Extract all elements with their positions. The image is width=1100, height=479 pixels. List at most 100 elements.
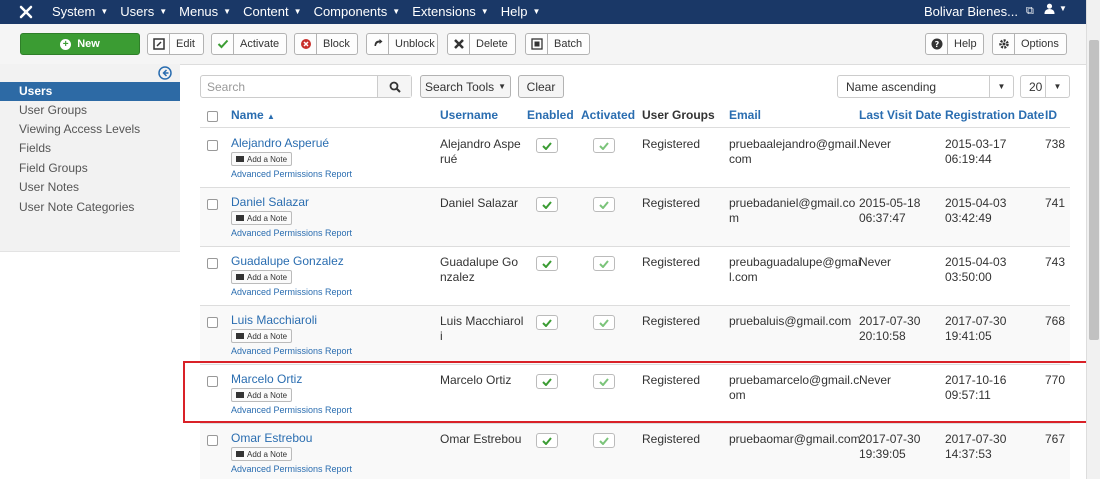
column-name[interactable]: Name ▲ [231,108,275,122]
permissions-report-link[interactable]: Advanced Permissions Report [231,228,352,238]
sort-asc-icon: ▲ [267,112,275,121]
checkmark-icon [542,259,552,268]
unblock-button[interactable]: Unblock [366,33,438,55]
row-checkbox[interactable] [207,258,218,269]
enabled-toggle[interactable] [536,197,558,212]
activated-toggle[interactable] [593,256,615,271]
user-name-link[interactable]: Omar Estrebou [231,431,312,446]
row-checkbox[interactable] [207,140,218,151]
menu-label: System [52,4,96,19]
add-note-button[interactable]: Add a Note [231,329,293,343]
delete-button[interactable]: Delete [447,33,516,55]
collapse-sidebar-icon[interactable] [158,66,172,80]
enabled-toggle[interactable] [536,433,558,448]
menu-extensions[interactable]: Extensions ▼ [412,4,489,19]
vertical-scrollbar[interactable] [1086,0,1100,479]
user-name-link[interactable]: Luis Macchiaroli [231,313,317,328]
last-visit-cell: Never [859,255,892,269]
options-label: Options [1021,38,1059,50]
menu-users[interactable]: Users ▼ [120,4,167,19]
activated-toggle[interactable] [593,197,615,212]
block-button[interactable]: Block [294,33,358,55]
checkmark-icon [212,34,234,54]
sidebar-item-label: Field Groups [19,161,88,175]
row-checkbox[interactable] [207,317,218,328]
options-button[interactable]: Options [992,33,1067,55]
list-limit-select[interactable]: 20 ▼ [1020,75,1070,98]
sidebar: Users User Groups Viewing Access Levels … [0,64,180,252]
column-activated[interactable]: Activated [581,108,635,122]
add-note-button[interactable]: Add a Note [231,447,293,461]
user-name-link[interactable]: Guadalupe Gonzalez [231,254,344,269]
add-note-button[interactable]: Add a Note [231,152,293,166]
column-id[interactable]: ID [1045,108,1057,122]
sidebar-item-user-note-categories[interactable]: User Note Categories [0,198,180,217]
user-name-link[interactable]: Alejandro Asperué [231,136,329,151]
clear-button[interactable]: Clear [518,75,564,98]
menu-components[interactable]: Components ▼ [314,4,401,19]
add-note-label: Add a Note [247,449,288,459]
column-enabled[interactable]: Enabled [527,108,574,122]
menu-system[interactable]: System ▼ [52,4,108,19]
edit-button[interactable]: Edit [147,33,204,55]
column-email[interactable]: Email [729,108,761,122]
menu-menus[interactable]: Menus ▼ [179,4,231,19]
checkmark-icon [542,200,552,209]
user-group-cell: Registered [642,255,701,269]
joomla-logo-icon[interactable] [18,4,34,20]
search-tools-button[interactable]: Search Tools ▼ [420,75,511,98]
username-cell: Alejandro Aspe rué [440,137,521,166]
sidebar-item-label: User Groups [19,103,88,117]
id-cell: 743 [1045,255,1066,269]
enabled-toggle[interactable] [536,256,558,271]
sidebar-item-fields[interactable]: Fields [0,139,180,158]
table-header: Name ▲ Username Enabled Activated User G… [200,104,1070,128]
add-note-button[interactable]: Add a Note [231,270,293,284]
edit-icon [148,34,170,54]
sidebar-item-users[interactable]: Users [0,82,180,101]
checkmark-icon [599,141,609,150]
column-last-visit[interactable]: Last Visit Date [859,108,941,122]
last-visit-cell: 2015-05-18 06:37:47 [859,196,921,225]
menu-label: Extensions [412,4,476,19]
plus-icon: + [60,38,72,50]
new-button[interactable]: + New [20,33,140,55]
help-label: Help [954,38,977,50]
activate-button[interactable]: Activate [211,33,287,55]
site-link[interactable]: Bolivar Bienes... ⧉ [924,4,1034,19]
username-cell: Guadalupe Go nzalez [440,255,519,284]
caret-down-icon: ▼ [989,76,1013,97]
column-username[interactable]: Username [440,108,498,122]
scrollbar-thumb[interactable] [1089,40,1099,340]
sidebar-item-viewing-access-levels[interactable]: Viewing Access Levels [0,120,180,139]
sidebar-item-user-notes[interactable]: User Notes [0,178,180,197]
column-registration[interactable]: Registration Date [945,108,1044,122]
sidebar-item-field-groups[interactable]: Field Groups [0,159,180,178]
enabled-toggle[interactable] [536,138,558,153]
activated-toggle[interactable] [593,138,615,153]
menu-content[interactable]: Content ▼ [243,4,301,19]
sidebar-item-user-groups[interactable]: User Groups [0,101,180,120]
help-button[interactable]: ? Help [925,33,984,55]
enabled-toggle[interactable] [536,315,558,330]
search-input[interactable]: Search [200,75,412,98]
row-checkbox[interactable] [207,435,218,446]
sidebar-item-label: Users [19,84,53,98]
activated-toggle[interactable] [593,315,615,330]
ordering-select[interactable]: Name ascending ▼ [837,75,1014,98]
add-note-button[interactable]: Add a Note [231,211,293,225]
activated-toggle[interactable] [593,433,615,448]
search-button[interactable] [377,76,411,97]
user-name-link[interactable]: Daniel Salazar [231,195,309,210]
batch-label: Batch [554,38,583,50]
permissions-report-link[interactable]: Advanced Permissions Report [231,169,352,179]
row-checkbox[interactable] [207,199,218,210]
user-menu[interactable]: ▼ [1044,3,1067,14]
select-all-checkbox[interactable] [207,111,218,122]
batch-button[interactable]: Batch [525,33,590,55]
permissions-report-link[interactable]: Advanced Permissions Report [231,346,352,356]
menu-help[interactable]: Help ▼ [501,4,541,19]
permissions-report-link[interactable]: Advanced Permissions Report [231,464,352,474]
user-icon [1044,3,1055,14]
permissions-report-link[interactable]: Advanced Permissions Report [231,287,352,297]
